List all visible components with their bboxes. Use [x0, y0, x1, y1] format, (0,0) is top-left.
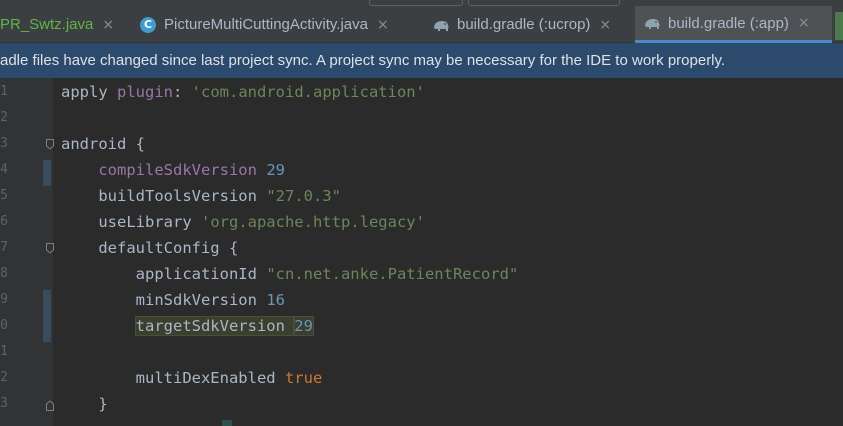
code-line[interactable]: 5 buildToolsVersion "27.0.3": [0, 183, 843, 209]
code-token: 29: [293, 316, 314, 336]
code-line[interactable]: 1: [0, 339, 843, 365]
close-icon[interactable]: ×: [377, 17, 389, 33]
code-line[interactable]: 9 minSdkVersion 16: [0, 287, 843, 313]
code-text: applicationId "cn.net.anke.PatientRecord…: [61, 261, 519, 287]
code-text: defaultConfig {: [61, 235, 238, 261]
tab-overflow-marker: [835, 12, 843, 40]
code-text: }: [61, 391, 108, 417]
gradle-elephant-icon: [432, 18, 450, 32]
code-token: 16: [266, 291, 285, 309]
code-token: 'com.android.application': [191, 83, 425, 101]
code-line[interactable]: 4 compileSdkVersion 29: [0, 157, 843, 183]
code-editor[interactable]: 1 apply plugin: 'com.android.application'…: [0, 78, 843, 426]
tab-build-gradle-ucrop[interactable]: build.gradle (:ucrop) ×: [428, 6, 633, 43]
code-token: applicationId: [61, 265, 267, 283]
tab-label: build.gradle (:ucrop): [457, 16, 591, 33]
line-number: 2: [0, 110, 8, 125]
tab-picture-multi-cutting-activity[interactable]: C PictureMultiCuttingActivity.java ×: [136, 6, 418, 43]
code-token: defaultConfig {: [61, 239, 239, 257]
code-line[interactable]: 2: [0, 105, 843, 131]
code-text: buildToolsVersion "27.0.3": [61, 183, 341, 209]
fold-open-icon[interactable]: [46, 243, 54, 254]
line-number: 1: [0, 344, 8, 359]
code-token: compileSdkVersion: [98, 161, 257, 179]
code-token: :: [173, 83, 192, 101]
line-number: 5: [0, 188, 8, 203]
line-number: 7: [0, 240, 8, 255]
code-token: 29: [266, 161, 285, 179]
code-token: buildToolsVersion: [61, 187, 267, 205]
line-number: 3: [0, 396, 8, 411]
gradle-sync-notification: radle files have changed since last proj…: [0, 43, 843, 78]
close-icon[interactable]: ×: [102, 17, 114, 33]
code-token: "cn.net.anke.PatientRecord": [266, 265, 519, 283]
code-line[interactable]: 1 apply plugin: 'com.android.application': [0, 79, 843, 105]
fold-open-icon[interactable]: [46, 139, 54, 150]
java-class-icon: C: [140, 16, 156, 33]
code-token: minSdkVersion: [61, 291, 267, 309]
code-token: "27.0.3": [266, 187, 341, 205]
line-number: 0: [0, 318, 8, 333]
code-token: 'org.apache.http.legacy': [200, 213, 425, 231]
gradle-elephant-icon: [643, 16, 661, 30]
code-token: targetSdkVersion: [134, 316, 296, 336]
line-number: 4: [0, 162, 8, 177]
tab-label: build.gradle (:app): [668, 14, 789, 32]
code-line[interactable]: 3 }: [0, 391, 843, 417]
line-number: 9: [0, 292, 8, 307]
code-text: targetSdkVersion 29: [61, 313, 314, 339]
tab-label: PR_Swtz.java: [0, 16, 94, 33]
tab-pr-swtz-java[interactable]: PR_Swtz.java ×: [0, 6, 126, 43]
code-line[interactable]: 7 defaultConfig {: [0, 235, 843, 261]
code-text: multiDexEnabled true: [61, 365, 323, 391]
close-icon[interactable]: ×: [599, 17, 611, 33]
code-token: }: [61, 395, 108, 413]
code-line[interactable]: 6 useLibrary 'org.apache.http.legacy': [0, 209, 843, 235]
code-token: true: [284, 369, 323, 387]
line-number: 3: [0, 136, 8, 151]
code-token: useLibrary: [61, 213, 201, 231]
code-text: apply plugin: 'com.android.application': [61, 79, 425, 105]
code-token: apply: [61, 83, 117, 101]
code-line[interactable]: 2 multiDexEnabled true: [0, 365, 843, 391]
tab-label: PictureMultiCuttingActivity.java: [164, 16, 368, 33]
tab-build-gradle-app[interactable]: build.gradle (:app) ×: [635, 6, 832, 43]
line-number: 8: [0, 266, 8, 281]
editor-tab-bar: PR_Swtz.java × C PictureMultiCuttingActi…: [0, 6, 843, 43]
line-number: 1: [0, 84, 8, 99]
close-icon[interactable]: ×: [798, 15, 810, 31]
code-token: plugin: [117, 83, 173, 101]
line-number: 6: [0, 214, 8, 229]
code-token: multiDexEnabled: [61, 369, 285, 387]
fold-close-icon[interactable]: [46, 400, 54, 411]
code-text: useLibrary 'org.apache.http.legacy': [61, 209, 425, 235]
code-text: minSdkVersion 16: [61, 287, 285, 313]
code-line[interactable]: 0 targetSdkVersion 29: [0, 313, 843, 339]
code-line[interactable]: 3 android {: [0, 131, 843, 157]
line-number: 2: [0, 370, 8, 385]
code-text: compileSdkVersion 29: [61, 157, 285, 183]
code-line[interactable]: 8 applicationId "cn.net.anke.PatientReco…: [0, 261, 843, 287]
scroll-position-marker: [222, 420, 232, 426]
code-text: android {: [61, 131, 145, 157]
notification-text: radle files have changed since last proj…: [0, 52, 726, 69]
code-token: android {: [61, 135, 145, 153]
